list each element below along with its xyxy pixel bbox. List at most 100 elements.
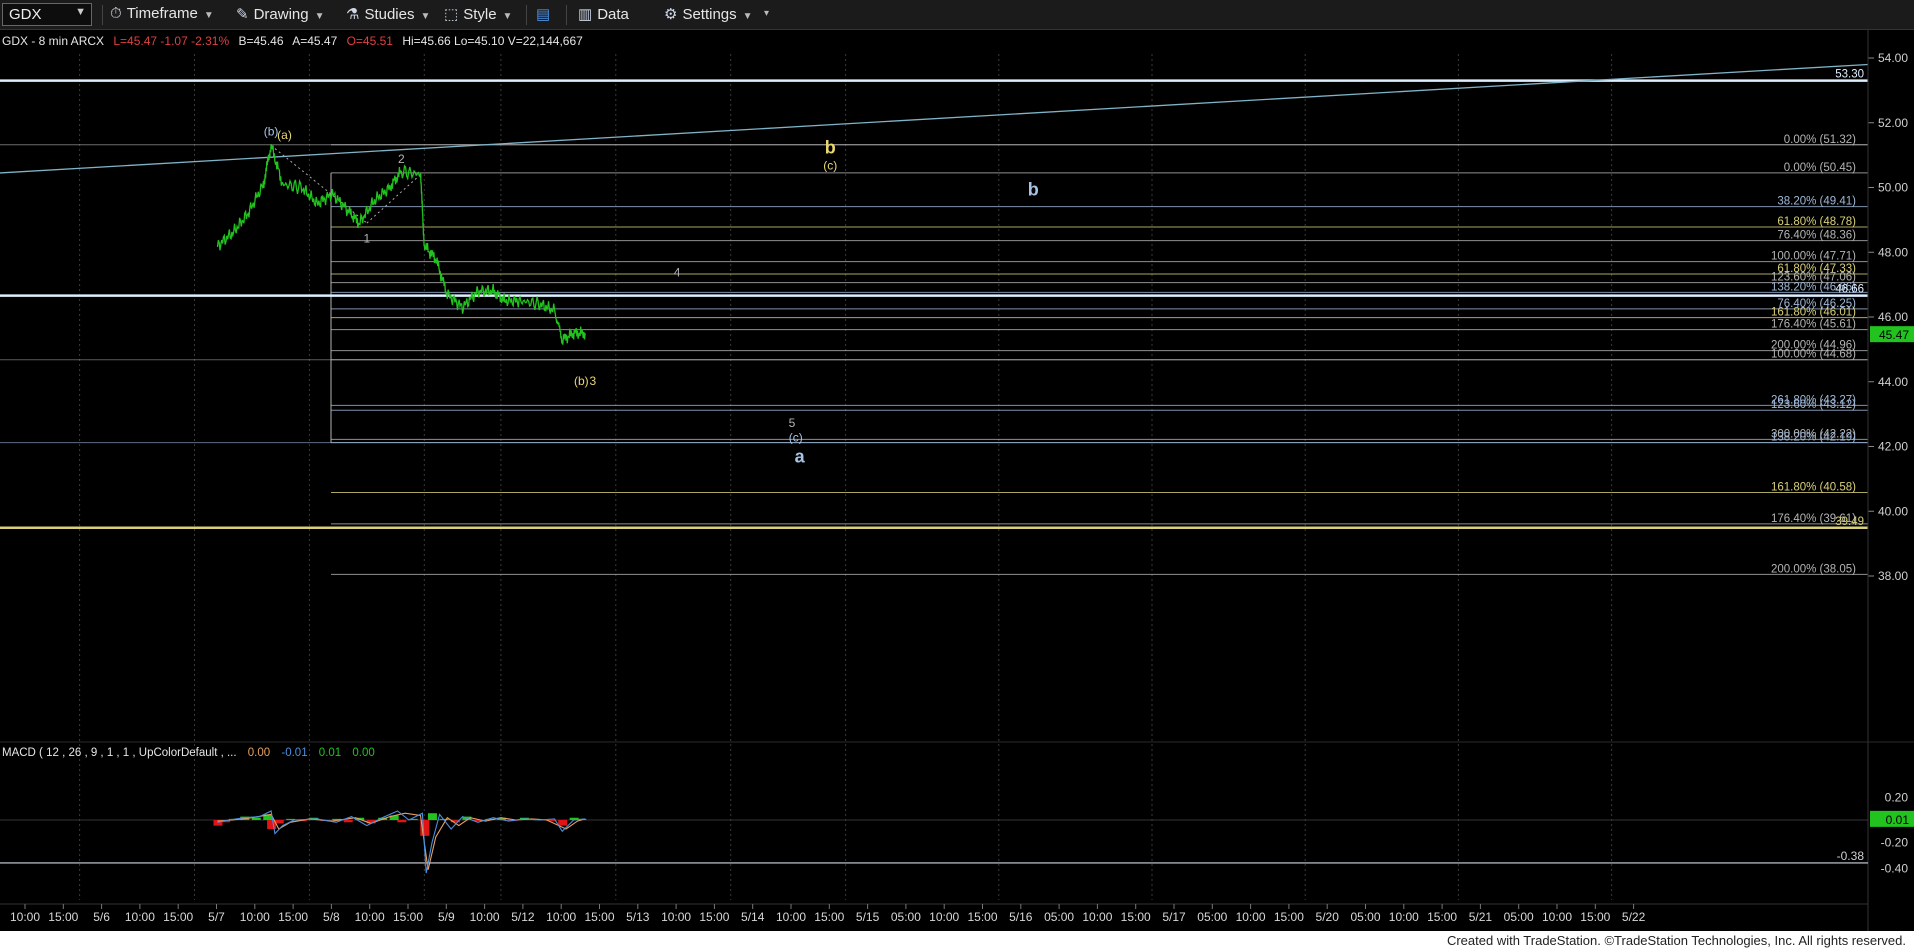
timeframe-label: Timeframe bbox=[126, 5, 198, 22]
header-ask: A=45.47 bbox=[292, 34, 337, 48]
timeframe-button[interactable]: ⏱ Timeframe ▼ bbox=[110, 5, 214, 22]
time-tick-label: 5/22 bbox=[1622, 910, 1646, 924]
fib-label: 161.80% (46.01) bbox=[1771, 307, 1856, 319]
time-tick-label: 5/12 bbox=[511, 910, 535, 924]
time-tick-label: 15:00 bbox=[967, 910, 997, 924]
time-tick-label: 15:00 bbox=[393, 910, 423, 924]
price-tick-label: 54.00 bbox=[1878, 51, 1908, 65]
wave-label: 5 bbox=[789, 416, 796, 430]
header-quote: L=45.47 -1.07 -2.31% bbox=[113, 34, 229, 48]
toolbar-divider bbox=[526, 5, 527, 25]
wave-label: (c) bbox=[823, 159, 837, 173]
wave-label: (c) bbox=[789, 431, 803, 445]
fib-label: 161.80% (40.58) bbox=[1771, 481, 1856, 493]
symbol-input[interactable]: GDX ▼ bbox=[2, 3, 92, 26]
macd-tick-label: -0.40 bbox=[1881, 862, 1909, 876]
layout-icon: ▤ bbox=[536, 6, 551, 23]
symbol-text: GDX bbox=[9, 6, 42, 23]
time-tick-label: 05:00 bbox=[891, 910, 921, 924]
chevron-down-icon: ▼ bbox=[420, 11, 431, 22]
price-tick-label: 42.00 bbox=[1878, 440, 1908, 454]
header-open: O=45.51 bbox=[347, 34, 394, 48]
drawing-label: Drawing bbox=[253, 6, 309, 23]
wave-label: (a) bbox=[277, 128, 292, 142]
horizontal-line-label: 39.49 bbox=[1835, 516, 1864, 528]
layout-button[interactable]: ▤ bbox=[536, 5, 555, 23]
time-tick-label: 15:00 bbox=[278, 910, 308, 924]
macd-base: MACD ( 12 , 26 , 9 , 1 , 1 , UpColorDefa… bbox=[2, 747, 237, 759]
horizontal-line-label: 53.30 bbox=[1835, 69, 1864, 81]
chart-background bbox=[0, 30, 1914, 931]
fib-label: 100.00% (47.71) bbox=[1771, 251, 1856, 263]
price-tick-label: 40.00 bbox=[1878, 504, 1908, 518]
time-tick-label: 15:00 bbox=[1427, 910, 1457, 924]
macd-histogram-bar bbox=[251, 817, 261, 820]
fib-label: 200.00% (38.05) bbox=[1771, 563, 1856, 575]
time-tick-label: 10:00 bbox=[1236, 910, 1266, 924]
price-tick-label: 50.00 bbox=[1878, 181, 1908, 195]
time-tick-label: 15:00 bbox=[584, 910, 614, 924]
drawing-button[interactable]: ✎ Drawing ▼ bbox=[236, 5, 325, 23]
price-tick-label: 48.00 bbox=[1878, 245, 1908, 259]
macd-value-4: 0.00 bbox=[352, 747, 374, 759]
horizontal-line-label: 46.66 bbox=[1835, 284, 1864, 296]
settings-button[interactable]: ⚙ Settings ▼ bbox=[664, 5, 753, 23]
wave-label: b bbox=[825, 138, 836, 158]
studies-button[interactable]: ⚗ Studies ▼ bbox=[346, 5, 430, 23]
time-tick-label: 10:00 bbox=[125, 910, 155, 924]
time-tick-label: 5/8 bbox=[323, 910, 340, 924]
chart-area[interactable]: 0.00% (51.32) 0.00% (50.45) 38.20% (49.41)… bbox=[0, 30, 1914, 931]
overflow-chevron-icon[interactable]: ▾ bbox=[764, 8, 769, 19]
data-button[interactable]: ▥ Data bbox=[578, 5, 629, 23]
time-tick-label: 05:00 bbox=[1504, 910, 1534, 924]
copyright-text: Created with TradeStation. ©TradeStation… bbox=[1446, 933, 1906, 948]
time-tick-label: 10:00 bbox=[661, 910, 691, 924]
settings-label: Settings bbox=[682, 6, 737, 23]
chevron-down-icon: ▼ bbox=[203, 10, 214, 21]
macd-value-1: 0.00 bbox=[248, 747, 270, 759]
fib-label: 176.40% (45.61) bbox=[1771, 319, 1856, 331]
macd-histogram-bar bbox=[343, 820, 353, 823]
wave-label: 4 bbox=[674, 266, 681, 280]
time-tick-label: 5/20 bbox=[1316, 910, 1340, 924]
time-tick-label: 15:00 bbox=[1274, 910, 1304, 924]
data-label: Data bbox=[597, 6, 629, 23]
toolbar: GDX ▼ ⏱ Timeframe ▼ ✎ Drawing ▼ ⚗ Studies ▼ ⬚ S… bbox=[0, 0, 1914, 30]
time-tick-label: 10:00 bbox=[776, 910, 806, 924]
wave-label: b bbox=[1028, 180, 1039, 200]
macd-value-2: -0.01 bbox=[281, 747, 307, 759]
time-tick-label: 10:00 bbox=[355, 910, 385, 924]
fib-label: 76.40% (48.36) bbox=[1777, 230, 1856, 242]
header-rest: Hi=45.66 Lo=45.10 V=22,144,667 bbox=[402, 34, 583, 48]
fib-label: 61.80% (48.78) bbox=[1777, 216, 1856, 228]
macd-tick-label: -0.20 bbox=[1881, 836, 1909, 850]
header-bid: B=45.46 bbox=[238, 34, 283, 48]
time-tick-label: 15:00 bbox=[163, 910, 193, 924]
time-tick-label: 10:00 bbox=[470, 910, 500, 924]
macd-value-3: 0.01 bbox=[319, 747, 341, 759]
wave-label: a bbox=[795, 447, 806, 467]
wave-label: 2 bbox=[398, 152, 405, 166]
time-tick-label: 10:00 bbox=[929, 910, 959, 924]
fib-label: 123.60% (43.12) bbox=[1771, 399, 1856, 411]
time-tick-label: 5/9 bbox=[438, 910, 455, 924]
chevron-down-icon: ▼ bbox=[742, 11, 753, 22]
time-tick-label: 10:00 bbox=[546, 910, 576, 924]
chevron-down-icon[interactable]: ▼ bbox=[75, 6, 86, 18]
time-tick-label: 10:00 bbox=[1542, 910, 1572, 924]
gear-icon: ⚙ bbox=[664, 6, 678, 23]
chevron-down-icon: ▼ bbox=[314, 11, 325, 22]
time-tick-label: 10:00 bbox=[1389, 910, 1419, 924]
fib-label: 138.20% (42.19) bbox=[1771, 432, 1856, 444]
pencil-icon: ✎ bbox=[236, 6, 249, 23]
fib-label: 38.20% (49.41) bbox=[1777, 196, 1856, 208]
time-tick-label: 15:00 bbox=[699, 910, 729, 924]
fib-label: 100.00% (44.68) bbox=[1771, 349, 1856, 361]
price-tick-label: 44.00 bbox=[1878, 375, 1908, 389]
wave-label: 3 bbox=[589, 374, 596, 388]
current-price-label: 45.47 bbox=[1879, 328, 1909, 342]
flask-icon: ⚗ bbox=[346, 6, 360, 23]
time-tick-label: 10:00 bbox=[240, 910, 270, 924]
time-tick-label: 15:00 bbox=[814, 910, 844, 924]
style-button[interactable]: ⬚ Style ▼ bbox=[444, 5, 512, 23]
